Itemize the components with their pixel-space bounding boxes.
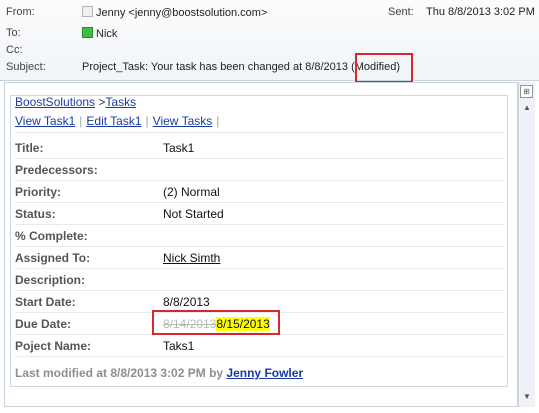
to-recipient[interactable]: Nick: [96, 28, 117, 40]
scroll-up-arrow-icon[interactable]: ▲: [521, 102, 533, 114]
breadcrumb: BoostSolutions >Tasks: [15, 95, 136, 109]
breadcrumb-tasks-link[interactable]: Tasks: [105, 95, 136, 109]
presence-online-icon: [82, 27, 93, 38]
subject-callout-box: [355, 53, 413, 83]
vertical-scrollbar[interactable]: ⊞ ▲ ▼: [518, 82, 535, 407]
view-tasks-link[interactable]: View Tasks: [153, 114, 213, 128]
message-header: From: Jenny <jenny@boostsolution.com> Se…: [0, 0, 539, 81]
field-label: Status:: [15, 207, 56, 221]
sent-label: Sent:: [388, 6, 414, 18]
field-value: Not Started: [163, 207, 224, 221]
field-row-description: Description:: [15, 269, 505, 291]
field-value: Taks1: [163, 339, 195, 353]
task-actions: View Task1 | Edit Task1 | View Tasks |: [15, 114, 223, 128]
edit-task-link[interactable]: Edit Task1: [86, 114, 141, 128]
presence-offline-icon: [82, 6, 93, 17]
actions-divider-line: [15, 132, 505, 133]
cc-label: Cc:: [6, 44, 23, 56]
to-value[interactable]: Nick: [82, 27, 117, 40]
subject-text: Project_Task: Your task has been changed…: [82, 61, 349, 73]
field-value: Task1: [163, 141, 195, 155]
field-row-predecessors: Predecessors:: [15, 159, 505, 181]
action-divider: |: [216, 114, 220, 128]
due-date-callout-box: [152, 310, 280, 335]
assigned-user-link[interactable]: Nick Simth: [163, 251, 220, 265]
action-divider: |: [79, 114, 83, 128]
field-label: Priority:: [15, 185, 62, 199]
scroll-down-arrow-icon[interactable]: ▼: [521, 391, 533, 403]
field-row-assigned: Assigned To: Nick Simth: [15, 247, 505, 269]
field-row-title: Title: Task1: [15, 137, 505, 159]
zoom-icon[interactable]: ⊞: [520, 85, 533, 98]
view-task-link[interactable]: View Task1: [15, 114, 75, 128]
field-row-status: Status: Not Started: [15, 203, 505, 225]
field-label: Title:: [15, 141, 44, 155]
field-label: Description:: [15, 273, 86, 287]
field-label: Due Date:: [15, 317, 72, 331]
field-value: 8/8/2013: [163, 295, 210, 309]
subject-value: Project_Task: Your task has been changed…: [82, 61, 400, 73]
author-link[interactable]: Jenny Fowler: [226, 366, 303, 380]
row-divider: [15, 356, 505, 357]
field-label: Poject Name:: [15, 339, 92, 353]
field-label: Assigned To:: [15, 251, 91, 265]
action-divider: |: [145, 114, 149, 128]
breadcrumb-root-link[interactable]: BoostSolutions: [15, 95, 95, 109]
field-label: % Complete:: [15, 229, 88, 243]
sent-value: Thu 8/8/2013 3:02 PM: [426, 6, 535, 18]
to-label: To:: [6, 27, 21, 39]
last-modified-footer: Last modified at 8/8/2013 3:02 PM by Jen…: [15, 366, 303, 380]
field-row-complete: % Complete:: [15, 225, 505, 247]
from-label: From:: [6, 6, 35, 18]
field-row-priority: Priority: (2) Normal: [15, 181, 505, 203]
field-value: (2) Normal: [163, 185, 220, 199]
field-label: Predecessors:: [15, 163, 98, 177]
field-label: Start Date:: [15, 295, 76, 309]
from-address[interactable]: Jenny <jenny@boostsolution.com>: [96, 7, 267, 19]
field-row-project: Poject Name: Taks1: [15, 335, 505, 357]
from-value[interactable]: Jenny <jenny@boostsolution.com>: [82, 6, 267, 19]
last-modified-text: Last modified at 8/8/2013 3:02 PM by: [15, 366, 224, 380]
subject-label: Subject:: [6, 61, 46, 73]
